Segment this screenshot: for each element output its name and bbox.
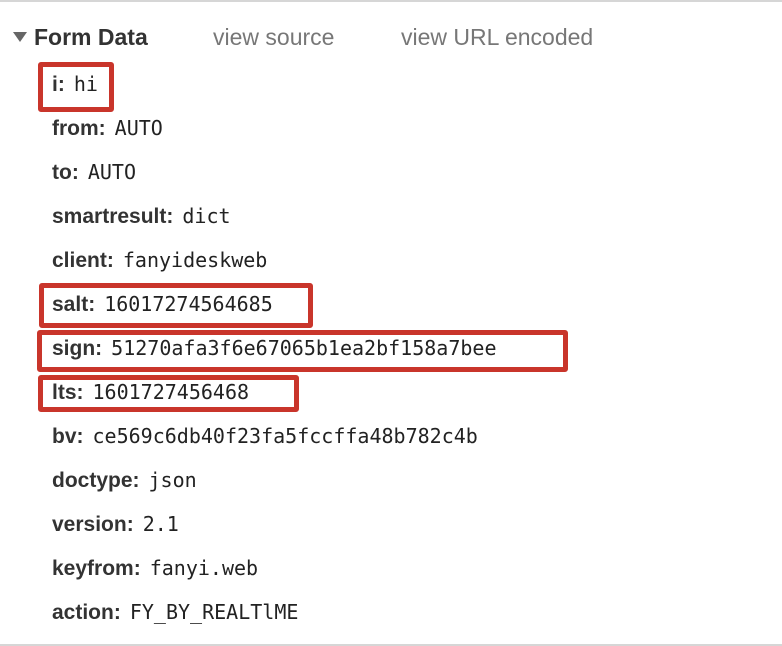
- form-value: dict: [182, 204, 231, 228]
- form-value: 16017274564685: [104, 292, 273, 316]
- form-key: lts: [52, 381, 77, 404]
- form-key: version: [52, 513, 127, 536]
- form-row-lts: lts: 1601727456468: [52, 380, 250, 404]
- form-key: keyfrom: [52, 557, 134, 580]
- form-row-keyfrom: keyfrom: fanyi.web: [52, 556, 259, 580]
- form-value: fanyideskweb: [122, 248, 268, 272]
- form-data-panel: Form Data view source view URL encoded i…: [0, 0, 782, 646]
- form-value: json: [148, 468, 197, 492]
- collapse-triangle-icon[interactable]: [13, 32, 27, 42]
- form-row-from: from: AUTO: [52, 116, 163, 140]
- form-key: sign: [52, 337, 96, 360]
- form-value: AUTO: [114, 116, 163, 140]
- form-row-doctype: doctype: json: [52, 468, 197, 492]
- form-key: from: [52, 117, 99, 140]
- view-url-encoded-link[interactable]: view URL encoded: [401, 22, 593, 52]
- form-row-sign: sign: 51270afa3f6e67065b1ea2bf158a7bee: [52, 336, 497, 360]
- form-value: hi: [73, 72, 98, 96]
- view-source-link[interactable]: view source: [213, 22, 334, 52]
- form-key: bv: [52, 425, 77, 448]
- form-row-salt: salt: 16017274564685: [52, 292, 273, 316]
- form-value: 51270afa3f6e67065b1ea2bf158a7bee: [111, 336, 497, 360]
- form-value: FY_BY_REALTlME: [129, 600, 299, 624]
- form-row-i: i: hi: [52, 72, 98, 96]
- form-row-action: action: FY_BY_REALTlME: [52, 600, 299, 624]
- form-row-to: to: AUTO: [52, 160, 136, 184]
- form-key: client: [52, 249, 107, 272]
- form-key: i: [52, 73, 58, 96]
- form-value: 1601727456468: [92, 380, 250, 404]
- form-key: doctype: [52, 469, 133, 492]
- section-title[interactable]: Form Data: [34, 22, 148, 52]
- form-key: to: [52, 161, 72, 184]
- form-value: AUTO: [87, 160, 136, 184]
- form-key: action: [52, 601, 114, 624]
- form-key: smartresult: [52, 205, 167, 228]
- form-row-version: version: 2.1: [52, 512, 179, 536]
- form-value: 2.1: [142, 512, 179, 536]
- form-row-bv: bv: ce569c6db40f23fa5fccffa48b782c4b: [52, 424, 478, 448]
- form-key: salt: [52, 293, 89, 316]
- form-value: ce569c6db40f23fa5fccffa48b782c4b: [92, 424, 478, 448]
- form-data-header: Form Data view source view URL encoded: [0, 2, 782, 72]
- form-value: fanyi.web: [149, 556, 259, 580]
- form-row-client: client: fanyideskweb: [52, 248, 268, 272]
- form-row-smartresult: smartresult: dict: [52, 204, 231, 228]
